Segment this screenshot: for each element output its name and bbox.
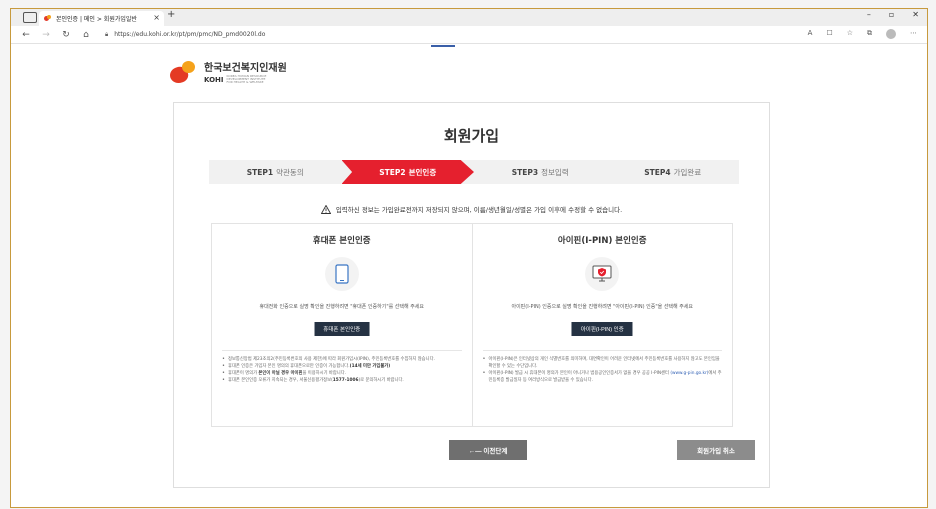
- url-text: https://edu.kohi.or.kr/pt/pm/pmc/ND_pmd0…: [114, 31, 266, 38]
- warning-text: 입력하신 정보는 가입완료전까지 저장되지 않으며, 이름/생년월일/성별은 가…: [335, 206, 623, 214]
- phone-auth-notes: 정보통신망법 제23조의2(주민등록번호의 사용 제한)에 따라 회원가입시(I…: [222, 350, 462, 384]
- ipin-auth-panel: 아이핀(I-PIN) 본인인증 아이핀(I-PIN) 인증으로 실명 확인을 진…: [471, 224, 733, 426]
- minimize-button[interactable]: –: [867, 10, 871, 19]
- step-1: STEP1 약관동의: [246, 167, 304, 177]
- kohi-favicon-icon: [44, 15, 52, 22]
- profile-avatar[interactable]: [886, 29, 896, 39]
- auth-options: 휴대폰 본인인증 휴대전화 인증으로 실명 확인을 진행하려면 "휴대폰 인증하…: [211, 223, 733, 427]
- phone-auth-desc: 휴대전화 인증으로 실명 확인을 진행하려면 "휴대폰 인증하기"를 선택해 주…: [259, 304, 425, 310]
- previous-step-button[interactable]: ←— 이전단계: [449, 440, 527, 460]
- tab-title: 본인인증 | 메인 > 회원가입일반: [56, 16, 137, 23]
- scroll-indicator: [431, 45, 455, 47]
- list-item: 아이핀(I-PIN) 발급 시 휴대폰이 명의가 본인이 아니거나 범용공인인증…: [483, 370, 723, 384]
- gpin-link[interactable]: (www.g-pin.go.kr): [670, 371, 708, 376]
- step-3: STEP3 정보입력: [511, 167, 569, 177]
- smartphone-icon: [324, 257, 359, 291]
- ipin-auth-title: 아이핀(I-PIN) 본인인증: [557, 236, 647, 246]
- phone-auth-button[interactable]: 휴대폰 본인인증: [314, 322, 370, 336]
- phone-auth-panel: 휴대폰 본인인증 휴대전화 인증으로 실명 확인을 진행하려면 "휴대폰 인증하…: [212, 224, 472, 426]
- ipin-shield-monitor-icon: [585, 257, 620, 291]
- reading-view-icon[interactable]: ☐: [826, 29, 832, 39]
- tab-close-icon[interactable]: ×: [153, 13, 160, 22]
- list-item: 휴대폰 본인인증 오류가 지속되는 경우, 서울신용평가정보(1577-1006…: [222, 377, 462, 384]
- phone-auth-title: 휴대폰 본인인증: [312, 236, 371, 246]
- list-item: 휴대폰이 명의가 본인이 아닐 경우 아이핀을 이용하시기 바랍니다.: [222, 370, 462, 377]
- lock-icon: 🔒︎: [105, 30, 109, 38]
- forward-icon[interactable]: →: [41, 30, 51, 40]
- list-item: 아이핀(I-PIN)은 인터넷상의 개인 식별번호를 의미하며, 대면확인이 어…: [483, 356, 723, 370]
- collections-icon[interactable]: ⧉: [867, 29, 872, 39]
- warning-message: 입력하신 정보는 가입완료전까지 저장되지 않으며, 이름/생년월일/성별은 가…: [174, 204, 769, 214]
- back-icon[interactable]: ←: [21, 30, 31, 40]
- page-content: 한국보건복지인재원 KOHI KOREA HUMAN RESOURCE DEVE…: [11, 45, 927, 507]
- restore-button[interactable]: ▫: [889, 10, 894, 19]
- address-bar[interactable]: 🔒︎ https://edu.kohi.or.kr/pt/pm/pmc/ND_p…: [105, 31, 265, 39]
- ipin-auth-button[interactable]: 아이핀(I-PIN) 인증: [571, 322, 633, 336]
- read-aloud-icon[interactable]: A: [808, 29, 813, 39]
- cancel-signup-button[interactable]: 회원가입 취소: [677, 440, 755, 460]
- new-tab-button[interactable]: +: [167, 9, 175, 20]
- kohi-logo-icon: [167, 60, 200, 86]
- home-icon[interactable]: ⌂: [81, 30, 91, 40]
- browser-toolbar: ← → ↻ ⌂ 🔒︎ https://edu.kohi.or.kr/pt/pm/…: [11, 26, 927, 44]
- browser-window: 본인인증 | 메인 > 회원가입일반 × + – ▫ ✕ ← → ↻ ⌂ 🔒︎ …: [10, 8, 928, 508]
- ipin-auth-desc: 아이핀(I-PIN) 인증으로 실명 확인을 진행하려면 "아이핀(I-PIN)…: [511, 304, 694, 310]
- tab-actions-icon[interactable]: [23, 12, 37, 23]
- kohi-logo[interactable]: 한국보건복지인재원 KOHI KOREA HUMAN RESOURCE DEVE…: [167, 59, 287, 86]
- list-item: 정보통신망법 제23조의2(주민등록번호의 사용 제한)에 따라 회원가입시(I…: [222, 356, 462, 363]
- refresh-icon[interactable]: ↻: [61, 30, 71, 40]
- step-indicator: STEP1 약관동의 STEP2 본인인증 STEP3 정보입력 STEP4 가입완료: [209, 160, 739, 184]
- page-title: 회원가입: [443, 127, 500, 145]
- step-2-active: STEP2 본인인증: [341, 160, 474, 184]
- logo-english-name: KOHI: [204, 75, 224, 84]
- ipin-auth-notes: 아이핀(I-PIN)은 인터넷상의 개인 식별번호를 의미하며, 대면확인이 어…: [482, 350, 723, 384]
- logo-korean-name: 한국보건복지인재원: [204, 63, 287, 74]
- window-controls: – ▫ ✕: [867, 10, 919, 19]
- warning-triangle-icon: [320, 204, 331, 214]
- step-4: STEP4 가입완료: [644, 167, 702, 177]
- favorites-star-icon[interactable]: ☆: [847, 29, 853, 39]
- browser-tab[interactable]: 본인인증 | 메인 > 회원가입일반 ×: [39, 11, 164, 26]
- logo-english-sub: KOREA HUMAN RESOURCE DEVELOPMENT INSTITU…: [226, 74, 267, 84]
- list-item: 휴대폰 인증은 가입자 본인 명의의 휴대폰으로만 인증이 가능합니다.(14세…: [222, 363, 462, 370]
- toolbar-actions: A ☐ ☆ ⧉ ⋯: [808, 29, 917, 39]
- signup-card: 회원가입 STEP1 약관동의 STEP2 본인인증 STEP3 정보입력 STEP4…: [173, 102, 770, 488]
- tab-bar: 본인인증 | 메인 > 회원가입일반 × + – ▫ ✕: [11, 9, 927, 26]
- more-menu-icon[interactable]: ⋯: [910, 29, 917, 39]
- close-window-button[interactable]: ✕: [912, 10, 919, 19]
